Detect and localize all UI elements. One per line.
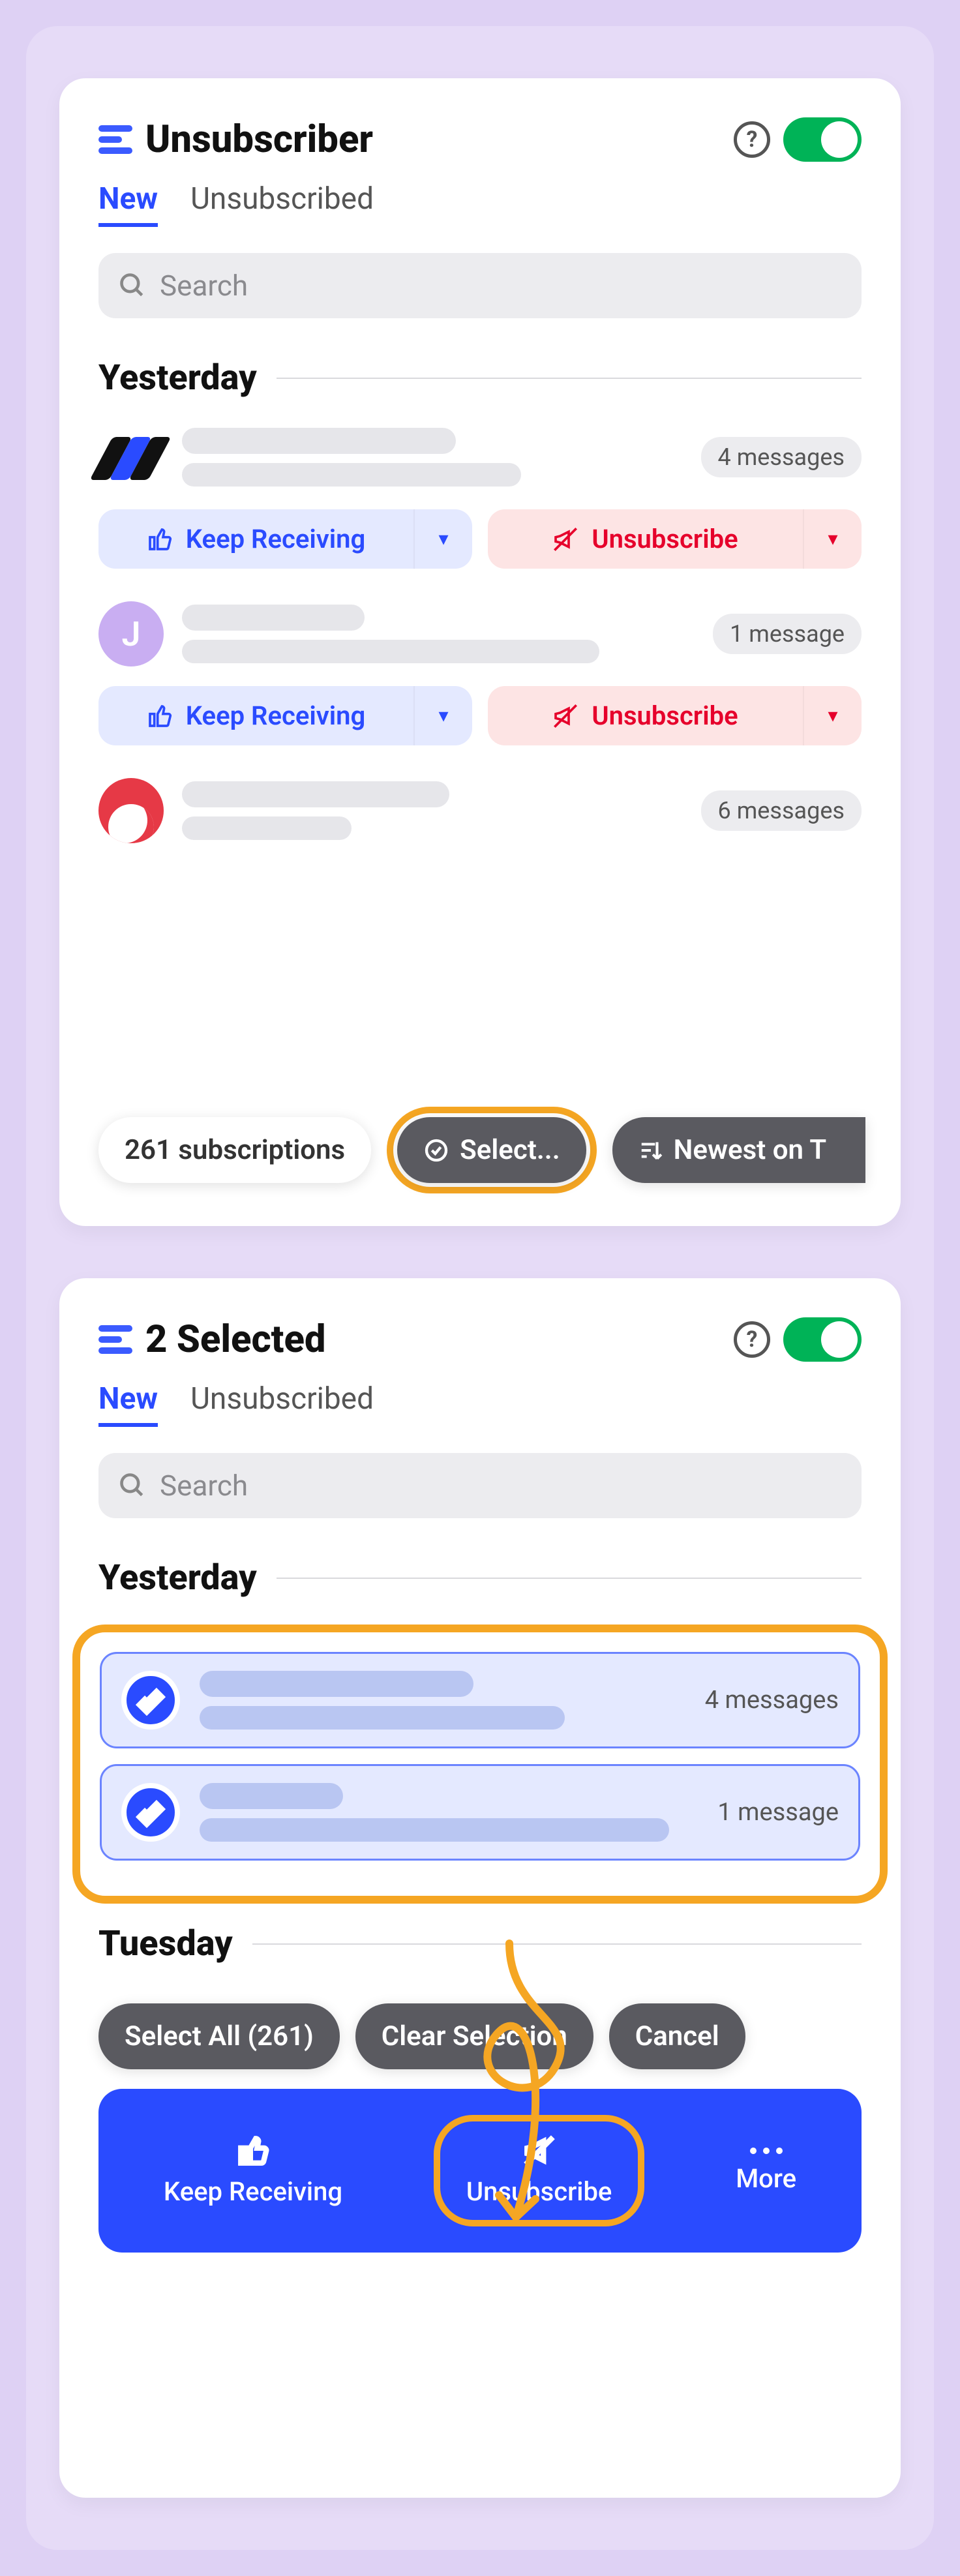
tab-new[interactable]: New	[98, 1381, 158, 1427]
feature-toggle[interactable]	[783, 117, 862, 162]
panel-title: Unsubscriber	[145, 117, 721, 162]
chevron-down-icon[interactable]: ▾	[413, 509, 472, 569]
sender-avatar: J	[98, 601, 164, 666]
help-icon[interactable]: ?	[734, 1321, 770, 1358]
sender-info-redacted	[182, 605, 695, 663]
item-actions: Keep Receiving ▾ Unsubscribe ▾	[98, 686, 862, 745]
megaphone-off-icon	[552, 703, 578, 729]
tab-new[interactable]: New	[98, 181, 158, 227]
more-action[interactable]: More	[736, 2148, 796, 2194]
search-icon	[118, 1471, 147, 1500]
help-icon[interactable]: ?	[734, 121, 770, 158]
sender-info-redacted	[182, 428, 683, 487]
panel-header: Unsubscriber ?	[98, 117, 862, 162]
selected-item[interactable]: 1 message	[100, 1764, 860, 1861]
chevron-down-icon[interactable]: ▾	[803, 686, 862, 745]
select-mode-button[interactable]: Select...	[397, 1117, 586, 1183]
selected-item[interactable]: 4 messages	[100, 1652, 860, 1748]
thumbs-up-icon	[237, 2134, 269, 2167]
thumbs-up-icon	[147, 526, 173, 552]
section-title: Tuesday	[98, 1923, 233, 1964]
section-title: Yesterday	[98, 1557, 257, 1598]
keep-receiving-button[interactable]: Keep Receiving ▾	[98, 509, 472, 569]
message-count-badge: 4 messages	[701, 437, 862, 477]
item-actions: Keep Receiving ▾ Unsubscribe ▾	[98, 509, 862, 569]
highlight-ring: Select...	[387, 1107, 597, 1193]
sender-avatar	[98, 778, 164, 843]
section-header: Tuesday	[98, 1923, 862, 1964]
subscription-item[interactable]: 4 messages	[98, 425, 862, 490]
clear-selection-button[interactable]: Clear Selection	[355, 2003, 593, 2069]
bottom-toolbar: 261 subscriptions Select... Newest on T	[98, 1107, 901, 1193]
tab-unsubscribed[interactable]: Unsubscribed	[190, 1381, 374, 1427]
section-header: Yesterday	[98, 1557, 862, 1598]
subscription-item[interactable]: 6 messages	[98, 778, 862, 843]
megaphone-off-icon	[523, 2134, 556, 2167]
subscription-count-pill[interactable]: 261 subscriptions	[98, 1117, 371, 1183]
cancel-button[interactable]: Cancel	[609, 2003, 745, 2069]
message-count-badge: 1 message	[713, 614, 862, 654]
selection-toolbar: Select All (261) Clear Selection Cancel	[98, 2003, 862, 2069]
message-count: 1 message	[717, 1798, 839, 1827]
action-bar: Keep Receiving Unsubscribe More	[98, 2089, 862, 2253]
divider	[277, 378, 862, 379]
sender-info-redacted	[200, 1783, 698, 1842]
search-placeholder: Search	[160, 1469, 248, 1503]
keep-receiving-button[interactable]: Keep Receiving ▾	[98, 686, 472, 745]
panel-header: 2 Selected ?	[98, 1317, 862, 1362]
search-input[interactable]: Search	[98, 253, 862, 318]
unsubscribe-button[interactable]: Unsubscribe ▾	[488, 509, 862, 569]
sort-button[interactable]: Newest on T	[612, 1117, 866, 1183]
checkmark-icon[interactable]	[121, 1671, 180, 1730]
tab-unsubscribed[interactable]: Unsubscribed	[190, 181, 374, 227]
chevron-down-icon[interactable]: ▾	[413, 686, 472, 745]
sender-info-redacted	[182, 781, 683, 840]
sort-icon	[638, 1138, 663, 1163]
unsubscribe-button[interactable]: Unsubscribe ▾	[488, 686, 862, 745]
keep-receiving-action[interactable]: Keep Receiving	[164, 2134, 342, 2207]
sender-avatar	[98, 425, 164, 490]
check-circle-icon	[423, 1137, 449, 1163]
checkmark-icon[interactable]	[121, 1783, 180, 1842]
tabs: New Unsubscribed	[98, 181, 862, 227]
highlight-ring: Unsubscribe	[434, 2115, 644, 2226]
search-input[interactable]: Search	[98, 1453, 862, 1518]
selection-panel: 2 Selected ? New Unsubscribed Search Yes…	[59, 1278, 901, 2498]
panel-title: 2 Selected	[145, 1317, 721, 1362]
unsubscribe-action[interactable]: Unsubscribe	[466, 2134, 612, 2207]
unsubscriber-panel: Unsubscriber ? New Unsubscribed Search Y…	[59, 78, 901, 1226]
tabs: New Unsubscribed	[98, 1381, 862, 1427]
select-all-button[interactable]: Select All (261)	[98, 2003, 340, 2069]
divider	[252, 1943, 862, 1945]
search-icon	[118, 271, 147, 300]
sender-info-redacted	[200, 1671, 685, 1730]
chevron-down-icon[interactable]: ▾	[803, 509, 862, 569]
message-count: 4 messages	[705, 1686, 839, 1715]
section-title: Yesterday	[98, 357, 257, 398]
thumbs-up-icon	[147, 703, 173, 729]
tutorial-frame: Unsubscriber ? New Unsubscribed Search Y…	[26, 26, 934, 2550]
megaphone-off-icon	[552, 526, 578, 552]
search-placeholder: Search	[160, 269, 248, 303]
divider	[277, 1578, 862, 1579]
app-logo-icon	[98, 125, 132, 154]
app-logo-icon	[98, 1325, 132, 1354]
subscription-item[interactable]: J 1 message	[98, 601, 862, 666]
feature-toggle[interactable]	[783, 1317, 862, 1362]
brand-icon	[98, 441, 164, 473]
highlight-box: 4 messages 1 message	[72, 1625, 888, 1904]
more-icon	[750, 2148, 783, 2154]
section-header: Yesterday	[98, 357, 862, 398]
message-count-badge: 6 messages	[701, 790, 862, 831]
